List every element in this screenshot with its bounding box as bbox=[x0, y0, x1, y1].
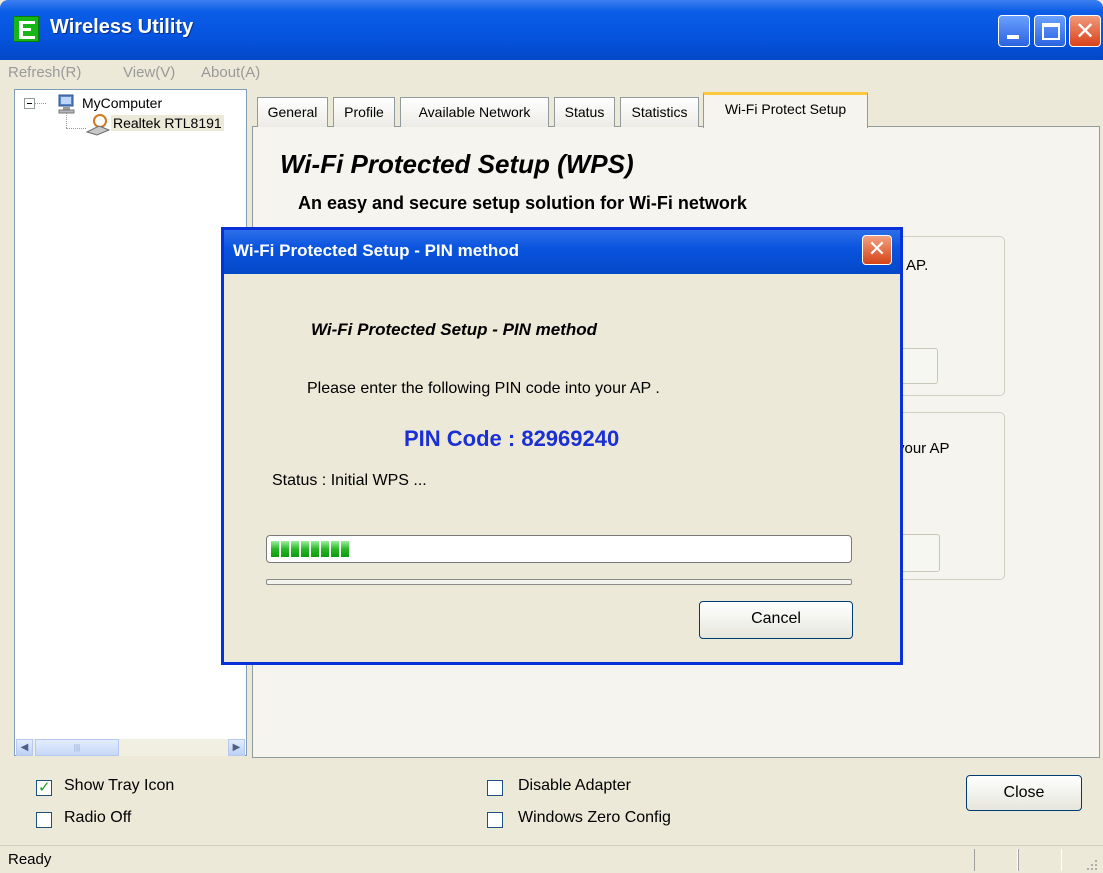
app-icon bbox=[13, 16, 39, 42]
scroll-thumb[interactable]: ||| bbox=[35, 739, 119, 756]
wps-status: Status : Initial WPS ... bbox=[272, 472, 427, 489]
wireless-adapter-icon bbox=[85, 114, 111, 136]
radio-off-checkbox[interactable] bbox=[36, 812, 52, 828]
disable-adapter-label[interactable]: Disable Adapter bbox=[518, 777, 631, 795]
progress-fill bbox=[271, 541, 349, 557]
show-tray-icon-checkbox[interactable] bbox=[36, 778, 52, 796]
minimize-button[interactable] bbox=[998, 15, 1030, 47]
tab-general[interactable]: General bbox=[257, 97, 328, 127]
menu-refresh[interactable]: Refresh(R) bbox=[8, 64, 81, 81]
progress-block bbox=[271, 541, 279, 557]
cancel-button[interactable]: Cancel bbox=[699, 601, 853, 639]
progress-block bbox=[341, 541, 349, 557]
disable-adapter-checkbox[interactable] bbox=[487, 780, 503, 796]
status-panel bbox=[974, 849, 1018, 871]
maximize-icon bbox=[1042, 23, 1060, 40]
tab-status[interactable]: Status bbox=[554, 97, 615, 127]
progress-block bbox=[331, 541, 339, 557]
progress-block bbox=[301, 541, 309, 557]
tree-item-mycomputer[interactable]: MyComputer bbox=[82, 95, 162, 111]
status-bar bbox=[0, 845, 1103, 873]
radio-off-label[interactable]: Radio Off bbox=[64, 809, 131, 827]
status-text: Ready bbox=[8, 851, 52, 868]
dialog-title: Wi-Fi Protected Setup - PIN method bbox=[233, 241, 520, 260]
scroll-left-icon[interactable]: ◀ bbox=[16, 739, 33, 756]
close-button[interactable]: Close bbox=[966, 775, 1082, 811]
dialog-divider bbox=[266, 579, 852, 585]
scroll-right-icon[interactable]: ▶ bbox=[228, 739, 245, 756]
progress-block bbox=[281, 541, 289, 557]
tab-statistics[interactable]: Statistics bbox=[620, 97, 699, 127]
window-title: Wireless Utility bbox=[50, 16, 194, 38]
tree-scrollbar[interactable]: ◀ ||| ▶ bbox=[16, 739, 245, 756]
computer-icon bbox=[58, 94, 75, 114]
dialog-close-button[interactable]: ✕ bbox=[862, 235, 892, 265]
maximize-button[interactable] bbox=[1034, 15, 1066, 47]
tree-item-adapter[interactable]: Realtek RTL8191 bbox=[111, 115, 224, 131]
windows-zero-config-checkbox[interactable] bbox=[487, 812, 503, 828]
status-panel bbox=[1018, 849, 1062, 871]
pin-instruction: Please enter the following PIN code into… bbox=[307, 380, 660, 397]
tree-line bbox=[34, 103, 46, 104]
tab-profile[interactable]: Profile bbox=[333, 97, 395, 127]
close-icon: ✕ bbox=[1074, 17, 1096, 45]
progress-block bbox=[321, 541, 329, 557]
wps-progress-bar bbox=[266, 535, 852, 563]
windows-zero-config-label[interactable]: Windows Zero Config bbox=[518, 809, 671, 827]
tab-available-network[interactable]: Available Network bbox=[400, 97, 549, 127]
tab-wifi-protect-setup[interactable]: Wi-Fi Protect Setup bbox=[703, 92, 868, 128]
show-tray-icon-label[interactable]: Show Tray Icon bbox=[64, 777, 174, 795]
menu-view[interactable]: View(V) bbox=[123, 64, 175, 81]
close-window-button[interactable]: ✕ bbox=[1069, 15, 1101, 47]
dialog-heading: Wi-Fi Protected Setup - PIN method bbox=[311, 320, 598, 339]
device-tree: MyComputer Realtek RTL8191 bbox=[14, 89, 247, 756]
progress-block bbox=[311, 541, 319, 557]
pin-method-dialog: Wi-Fi Protected Setup - PIN method ✕ Wi-… bbox=[221, 227, 903, 665]
pin-group-text: your AP bbox=[897, 440, 950, 457]
tree-line bbox=[66, 128, 86, 129]
pin-code: PIN Code : 82969240 bbox=[404, 426, 620, 451]
minimize-icon bbox=[1007, 35, 1019, 39]
wps-heading: Wi-Fi Protected Setup (WPS) bbox=[280, 149, 634, 179]
menu-about[interactable]: About(A) bbox=[201, 64, 260, 81]
resize-grip-icon[interactable] bbox=[1085, 858, 1099, 870]
pbc-group-text: AP. bbox=[906, 257, 929, 274]
progress-block bbox=[291, 541, 299, 557]
close-icon: ✕ bbox=[867, 237, 887, 262]
wps-subheading: An easy and secure setup solution for Wi… bbox=[298, 193, 747, 213]
